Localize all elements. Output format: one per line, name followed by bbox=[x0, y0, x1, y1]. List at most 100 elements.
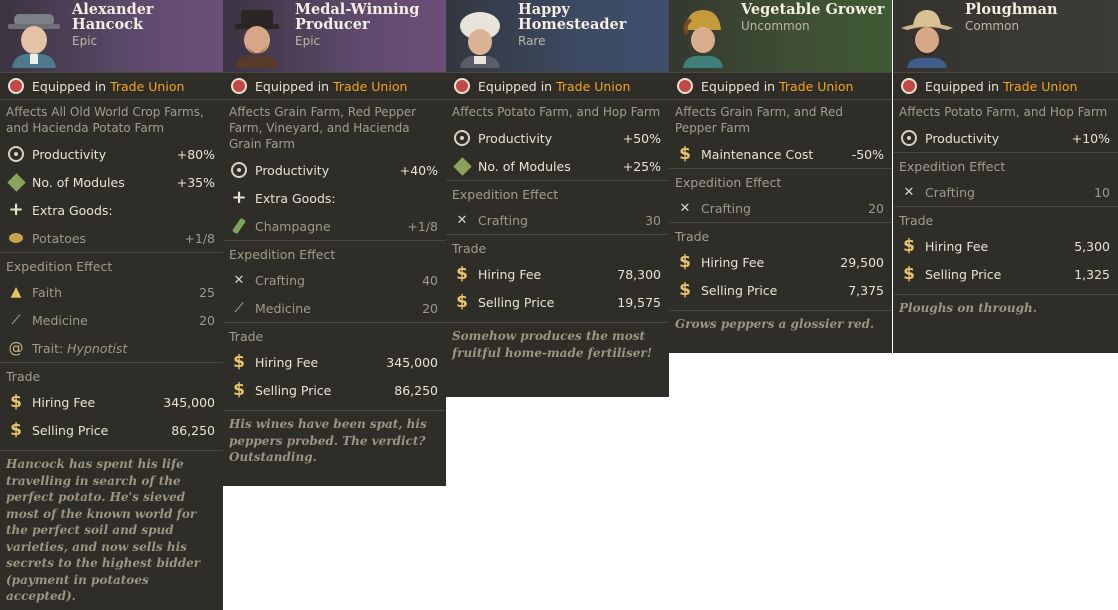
expedition-row-crafting: ✕ Crafting 30 bbox=[446, 206, 669, 234]
specialist-card-medal-winning-producer[interactable]: Medal-Winning Producer Epic Equipped in … bbox=[223, 0, 446, 486]
flavor-text: Somehow produces the most fruitful home-… bbox=[446, 322, 669, 367]
card-name: Medal-Winning Producer bbox=[295, 1, 420, 33]
specialist-card-vegetable-grower[interactable]: Vegetable Grower Uncommon Equipped in Tr… bbox=[669, 0, 892, 353]
stat-row-extra-goods: + Extra Goods: bbox=[0, 196, 223, 224]
equipped-prefix: Equipped in bbox=[701, 78, 776, 94]
stat-value: +40% bbox=[399, 162, 438, 178]
flavor-text: Grows peppers a glossier red. bbox=[669, 310, 892, 339]
stat-row-productivity: Productivity +50% bbox=[446, 124, 669, 152]
flavor-text: His wines have been spat, his peppers pr… bbox=[223, 410, 446, 472]
crafting-icon: ✕ bbox=[903, 184, 915, 200]
stat-label: No. of Modules bbox=[32, 174, 125, 190]
selling-price-row: $ Selling Price 19,575 bbox=[446, 288, 669, 316]
expedition-header: Expedition Effect bbox=[446, 180, 669, 206]
money-icon: $ bbox=[903, 236, 915, 256]
affects-text: Affects All Old World Crop Farms, and Ha… bbox=[6, 105, 204, 135]
stat-label: Extra Goods: bbox=[255, 190, 336, 206]
equipped-row: Equipped in Trade Union bbox=[893, 73, 1118, 100]
selling-price-value: 7,375 bbox=[848, 282, 884, 298]
portrait-happy-homesteader bbox=[460, 12, 500, 68]
hiring-fee-label: Hiring Fee bbox=[925, 238, 989, 254]
stat-value: +25% bbox=[622, 158, 661, 174]
stat-row-productivity: Productivity +10% bbox=[893, 124, 1118, 152]
specialist-card-ploughman[interactable]: Ploughman Common Equipped in Trade Union… bbox=[893, 0, 1118, 353]
card-header: Medal-Winning Producer Epic bbox=[223, 0, 446, 73]
specialist-card-alexander-hancock[interactable]: Alexander Hancock Epic Equipped in Trade… bbox=[0, 0, 223, 610]
specialist-card-happy-homesteader[interactable]: Happy Homesteader Rare Equipped in Trade… bbox=[446, 0, 669, 397]
card-name: Alexander Hancock bbox=[72, 1, 154, 33]
stat-label: Productivity bbox=[32, 146, 107, 162]
trade-union-seal-icon bbox=[452, 76, 472, 96]
modules-icon bbox=[6, 172, 26, 192]
money-icon: $ bbox=[679, 252, 691, 272]
productivity-icon bbox=[6, 144, 26, 164]
trade-header: Trade bbox=[669, 222, 892, 248]
trade-union-seal-icon bbox=[899, 76, 919, 96]
selling-price-row: $ Selling Price 1,325 bbox=[893, 260, 1118, 288]
rarity-label: Uncommon bbox=[741, 19, 810, 33]
expedition-value: 20 bbox=[199, 312, 215, 328]
stat-row-potatoes: Potatoes +1/8 bbox=[0, 224, 223, 252]
stat-row-champagne: Champagne +1/8 bbox=[223, 212, 446, 240]
stat-value: +10% bbox=[1071, 130, 1110, 146]
rarity-label: Common bbox=[965, 19, 1020, 33]
productivity-icon bbox=[452, 128, 472, 148]
hiring-fee-label: Hiring Fee bbox=[255, 354, 319, 370]
selling-price-value: 86,250 bbox=[394, 382, 438, 398]
affects-text: Affects Grain Farm, Red Pepper Farm, Vin… bbox=[229, 105, 417, 151]
stat-row-productivity: Productivity +80% bbox=[0, 140, 223, 168]
expedition-label: Crafting bbox=[925, 184, 975, 200]
stat-value: +1/8 bbox=[407, 218, 438, 234]
equipped-location: Trade Union bbox=[779, 78, 854, 94]
stat-row-modules: No. of Modules +35% bbox=[0, 168, 223, 196]
crafting-icon: ✕ bbox=[679, 200, 691, 216]
rarity-label: Rare bbox=[518, 34, 546, 48]
stat-value: +80% bbox=[176, 146, 215, 162]
stat-row-maintenance: $ Maintenance Cost -50% bbox=[669, 140, 892, 168]
expedition-label: Faith bbox=[32, 284, 62, 300]
expedition-label: Crafting bbox=[255, 272, 305, 288]
expedition-header: Expedition Effect bbox=[0, 252, 223, 278]
card-header: Vegetable Grower Uncommon bbox=[669, 0, 892, 73]
expedition-row-medicine: ⟋ Medicine 20 bbox=[0, 306, 223, 334]
expedition-row-medicine: ⟋ Medicine 20 bbox=[223, 294, 446, 322]
hiring-fee-value: 78,300 bbox=[617, 266, 661, 282]
stat-label: Potatoes bbox=[32, 230, 87, 246]
equipped-row: Equipped in Trade Union bbox=[0, 73, 223, 100]
trade-header: Trade bbox=[893, 206, 1118, 232]
hiring-fee-value: 345,000 bbox=[386, 354, 438, 370]
hypnotist-icon: @ bbox=[8, 339, 24, 357]
selling-price-row: $ Selling Price 86,250 bbox=[223, 376, 446, 404]
plus-icon: + bbox=[231, 187, 247, 208]
expedition-value: 10 bbox=[1094, 184, 1110, 200]
rarity-label: Epic bbox=[295, 34, 321, 48]
portrait-vegetable-grower bbox=[683, 10, 723, 68]
card-name: Vegetable Grower bbox=[741, 1, 885, 18]
selling-price-label: Selling Price bbox=[478, 294, 555, 310]
medicine-icon: ⟋ bbox=[234, 300, 244, 316]
stat-row-extra-goods: + Extra Goods: bbox=[223, 184, 446, 212]
hiring-fee-value: 29,500 bbox=[840, 254, 884, 270]
selling-price-label: Selling Price bbox=[32, 422, 109, 438]
stat-label: Productivity bbox=[255, 162, 330, 178]
money-icon: $ bbox=[233, 352, 245, 372]
equipped-location: Trade Union bbox=[1003, 78, 1078, 94]
equipped-prefix: Equipped in bbox=[255, 78, 330, 94]
expedition-label: Crafting bbox=[701, 200, 751, 216]
expedition-value: 20 bbox=[868, 200, 884, 216]
expedition-header: Expedition Effect bbox=[893, 152, 1118, 178]
equipped-location: Trade Union bbox=[556, 78, 631, 94]
crafting-icon: ✕ bbox=[233, 272, 245, 288]
money-icon: $ bbox=[903, 264, 915, 284]
champagne-icon bbox=[229, 216, 249, 236]
maintenance-icon: $ bbox=[679, 144, 691, 164]
money-icon: $ bbox=[456, 292, 468, 312]
portrait-medal-winning-producer bbox=[235, 10, 279, 68]
trade-union-seal-icon bbox=[6, 76, 26, 96]
equipped-location: Trade Union bbox=[110, 78, 185, 94]
expedition-value: 40 bbox=[422, 272, 438, 288]
hiring-fee-value: 345,000 bbox=[163, 394, 215, 410]
flavor-text: Hancock has spent his life travelling in… bbox=[0, 450, 223, 610]
money-icon: $ bbox=[456, 264, 468, 284]
expedition-header: Expedition Effect bbox=[669, 168, 892, 194]
